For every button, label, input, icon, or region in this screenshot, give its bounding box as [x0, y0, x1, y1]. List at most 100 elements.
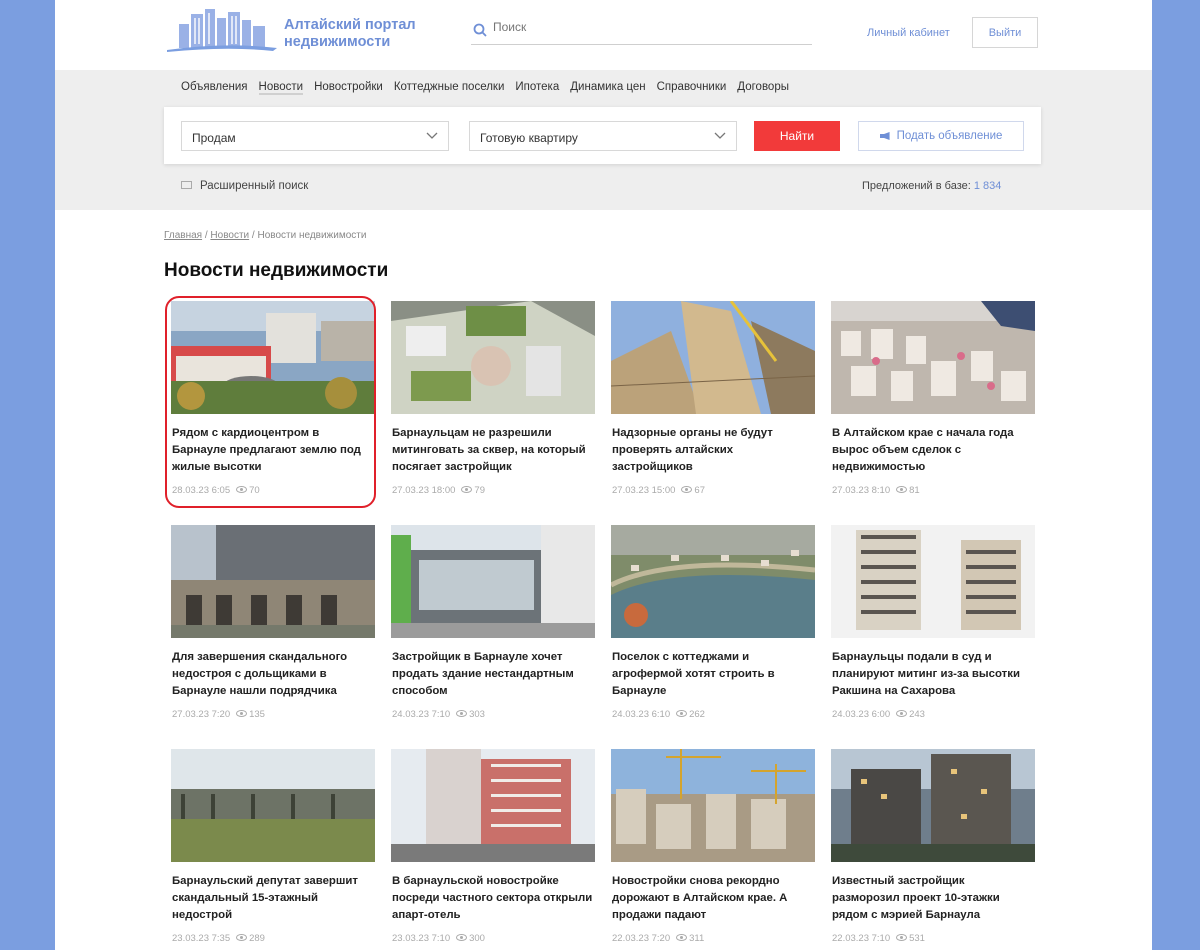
logout-button[interactable]: Выйти	[972, 17, 1038, 48]
news-meta: 23.03.23 7:10 300	[392, 933, 485, 944]
advanced-search-link[interactable]: Расширенный поиск	[181, 180, 308, 192]
nav-item-price-dynamics[interactable]: Динамика цен	[570, 81, 645, 95]
news-card[interactable]: Барнаульцам не разрешили митинговать за …	[391, 301, 595, 511]
news-image[interactable]	[171, 525, 375, 638]
news-image[interactable]	[171, 301, 375, 414]
news-image[interactable]	[391, 749, 595, 862]
news-views: 262	[689, 709, 705, 720]
news-date: 27.03.23 18:00	[392, 485, 456, 496]
news-views: 70	[249, 485, 260, 496]
news-title[interactable]: Надзорные органы не будут проверять алта…	[612, 425, 814, 476]
news-card[interactable]: В барнаульской новостройке посреди частн…	[391, 749, 595, 950]
news-image[interactable]	[611, 301, 815, 414]
news-date: 27.03.23 8:10	[832, 485, 891, 496]
news-date: 24.03.23 7:10	[392, 709, 451, 720]
news-views: 79	[474, 485, 485, 496]
news-card[interactable]: Новостройки снова рекордно дорожают в Ал…	[611, 749, 815, 950]
news-card[interactable]: Барнаульцы подали в суд и планируют мити…	[831, 525, 1035, 735]
news-title[interactable]: Для завершения скандального недостроя с …	[172, 649, 374, 700]
nav-item-new-buildings[interactable]: Новостройки	[314, 81, 383, 95]
main-nav: Объявления Новости Новостройки Коттеджны…	[181, 81, 789, 95]
account-link[interactable]: Личный кабинет	[867, 27, 950, 39]
offers-label: Предложений в базе:	[862, 180, 971, 192]
offers-count-value: 1 834	[973, 180, 1002, 192]
post-ad-label: Подать объявление	[896, 130, 1003, 142]
breadcrumb: Главная / Новости / Новости недвижимости	[164, 230, 366, 241]
news-title[interactable]: Новостройки снова рекордно дорожают в Ал…	[612, 873, 814, 924]
breadcrumb-separator: /	[251, 230, 255, 241]
news-image[interactable]	[391, 525, 595, 638]
nav-item-mortgage[interactable]: Ипотека	[515, 81, 559, 95]
news-image[interactable]	[831, 301, 1035, 414]
news-date: 27.03.23 15:00	[612, 485, 676, 496]
eye-icon	[681, 486, 693, 493]
news-title[interactable]: Известный застройщик разморозил проект 1…	[832, 873, 1034, 924]
nav-item-news[interactable]: Новости	[258, 81, 304, 95]
news-card[interactable]: Надзорные органы не будут проверять алта…	[611, 301, 815, 511]
news-title[interactable]: В Алтайском крае с начала года вырос объ…	[832, 425, 1034, 476]
breadcrumb-separator: /	[204, 230, 208, 241]
news-meta: 27.03.23 8:10 81	[832, 485, 920, 496]
page: Алтайский портал недвижимости Личный каб…	[55, 0, 1152, 950]
eye-icon	[236, 934, 248, 941]
news-date: 22.03.23 7:20	[612, 933, 671, 944]
find-button[interactable]: Найти	[754, 121, 840, 151]
news-meta: 22.03.23 7:20 311	[612, 933, 704, 944]
nav-item-contracts[interactable]: Договоры	[737, 81, 789, 95]
news-image[interactable]	[171, 749, 375, 862]
news-card[interactable]: Барнаульский депутат завершит скандальны…	[171, 749, 375, 950]
eye-icon	[896, 934, 908, 941]
eye-icon	[896, 486, 908, 493]
search-input[interactable]	[493, 20, 793, 34]
logo-title-line1: Алтайский портал	[284, 17, 416, 33]
eye-icon	[676, 934, 688, 941]
megaphone-icon	[879, 132, 890, 140]
news-title[interactable]: Поселок с коттеджами и агрофермой хотят …	[612, 649, 814, 700]
news-card[interactable]: Для завершения скандального недостроя с …	[171, 525, 375, 735]
advanced-search-label: Расширенный поиск	[200, 180, 309, 192]
chevron-down-icon	[714, 132, 726, 139]
news-date: 28.03.23 6:05	[172, 485, 231, 496]
news-meta: 24.03.23 7:10 303	[392, 709, 485, 720]
news-views: 303	[469, 709, 485, 720]
news-meta: 24.03.23 6:00 243	[832, 709, 925, 720]
deal-type-value: Продам	[192, 131, 236, 145]
news-card[interactable]: Рядом с кардиоцентром в Барнауле предлаг…	[171, 301, 375, 511]
news-image[interactable]	[611, 525, 815, 638]
search-panel: Объявления Новости Новостройки Коттеджны…	[55, 70, 1152, 210]
logo-title-line2: недвижимости	[284, 34, 391, 50]
property-type-select[interactable]: Готовую квартиру	[469, 121, 737, 151]
news-card[interactable]: Поселок с коттеджами и агрофермой хотят …	[611, 525, 815, 735]
breadcrumb-news[interactable]: Новости	[210, 230, 249, 241]
news-title[interactable]: В барнаульской новостройке посреди частн…	[392, 873, 594, 924]
news-meta: 23.03.23 7:35 289	[172, 933, 265, 944]
search-filter: Продам Готовую квартиру Найти Подать объ…	[164, 107, 1041, 164]
news-title[interactable]: Застройщик в Барнауле хочет продать здан…	[392, 649, 594, 700]
nav-item-directories[interactable]: Справочники	[657, 81, 727, 95]
offers-count: Предложений в базе: 1 834	[862, 180, 1001, 192]
news-title[interactable]: Барнаульцы подали в суд и планируют мити…	[832, 649, 1034, 700]
news-meta: 28.03.23 6:05 70	[172, 485, 260, 496]
news-title[interactable]: Барнаульцам не разрешили митинговать за …	[392, 425, 594, 476]
search-box[interactable]	[471, 16, 812, 45]
news-title[interactable]: Барнаульский депутат завершит скандальны…	[172, 873, 374, 924]
nav-item-ads[interactable]: Объявления	[181, 81, 248, 95]
eye-icon	[676, 710, 688, 717]
site-header: Алтайский портал недвижимости Личный каб…	[55, 0, 1152, 70]
post-ad-button[interactable]: Подать объявление	[858, 121, 1024, 151]
breadcrumb-home[interactable]: Главная	[164, 230, 202, 241]
news-card[interactable]: Известный застройщик разморозил проект 1…	[831, 749, 1035, 950]
logo-title[interactable]: Алтайский портал недвижимости	[284, 17, 416, 51]
news-card[interactable]: Застройщик в Барнауле хочет продать здан…	[391, 525, 595, 735]
property-type-value: Готовую квартиру	[480, 131, 578, 145]
news-image[interactable]	[611, 749, 815, 862]
news-image[interactable]	[391, 301, 595, 414]
deal-type-select[interactable]: Продам	[181, 121, 449, 151]
news-image[interactable]	[831, 525, 1035, 638]
news-card[interactable]: В Алтайском крае с начала года вырос объ…	[831, 301, 1035, 511]
news-meta: 27.03.23 18:00 79	[392, 485, 485, 496]
news-image[interactable]	[831, 749, 1035, 862]
nav-item-cottage-villages[interactable]: Коттеджные поселки	[394, 81, 505, 95]
eye-icon	[456, 934, 468, 941]
news-title[interactable]: Рядом с кардиоцентром в Барнауле предлаг…	[172, 425, 374, 476]
